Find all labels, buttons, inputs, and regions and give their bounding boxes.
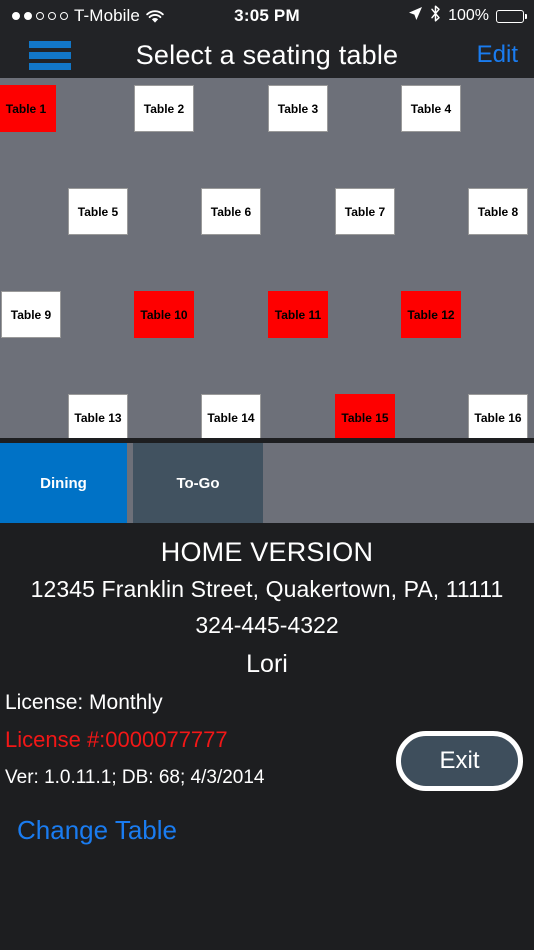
change-table-link[interactable]: Change Table (17, 815, 177, 846)
store-name: HOME VERSION (160, 537, 374, 567)
seating-table-table-11[interactable]: Table 11 (268, 291, 328, 338)
battery-percent-label: 100% (448, 7, 489, 24)
tab-bar-filler (263, 443, 534, 523)
store-header: HOME VERSION 12345 Franklin Street, Quak… (0, 537, 534, 679)
store-address: 12345 Franklin Street, Quakertown, PA, 1… (30, 576, 504, 602)
seating-table-table-7[interactable]: Table 7 (335, 188, 395, 235)
seating-table-table-15[interactable]: Table 15 (335, 394, 395, 438)
license-block: License: Monthly License #:0000077777 Ve… (5, 691, 385, 789)
logged-in-user: Lori (246, 650, 288, 678)
store-info-panel: HOME VERSION 12345 Franklin Street, Quak… (0, 523, 534, 950)
seating-table-table-14[interactable]: Table 14 (201, 394, 261, 438)
seating-table-table-9[interactable]: Table 9 (1, 291, 61, 338)
seating-table-table-8[interactable]: Table 8 (468, 188, 528, 235)
bluetooth-icon (430, 5, 441, 27)
seating-table-table-5[interactable]: Table 5 (68, 188, 128, 235)
seating-table-table-13[interactable]: Table 13 (68, 394, 128, 438)
exit-button[interactable]: Exit (396, 731, 523, 791)
app-root: T-Mobile 3:05 PM 100% Select a seating t… (0, 0, 534, 950)
location-arrow-icon (408, 6, 423, 26)
seating-table-table-3[interactable]: Table 3 (268, 85, 328, 132)
section-tab-bar: Dining To-Go (0, 443, 534, 523)
edit-button[interactable]: Edit (477, 32, 518, 78)
version-label: Ver: 1.0.11.1; DB: 68; 4/3/2014 (5, 767, 265, 788)
tab-dining[interactable]: Dining (0, 443, 127, 523)
seating-table-table-10[interactable]: Table 10 (134, 291, 194, 338)
seating-table-table-1[interactable]: Table 1 (0, 85, 56, 132)
battery-full-icon (496, 9, 527, 23)
seating-table-table-2[interactable]: Table 2 (134, 85, 194, 132)
tab-to-go[interactable]: To-Go (133, 443, 263, 523)
page-title: Select a seating table (135, 39, 399, 70)
nav-bar: Select a seating table Edit (0, 32, 534, 78)
status-bar: T-Mobile 3:05 PM 100% (0, 0, 534, 32)
seating-table-map: Table 1 Table 2 Table 3 Table 4 Table 5 Table… (0, 78, 534, 438)
store-phone: 324-445-4322 (195, 612, 339, 638)
status-bar-right: 100% (408, 0, 527, 32)
seating-table-table-12[interactable]: Table 12 (401, 291, 461, 338)
license-number: License #:0000077777 (5, 727, 228, 752)
seating-table-table-6[interactable]: Table 6 (201, 188, 261, 235)
license-type: License: Monthly (5, 691, 163, 714)
seating-table-table-4[interactable]: Table 4 (401, 85, 461, 132)
seating-table-table-16[interactable]: Table 16 (468, 394, 528, 438)
